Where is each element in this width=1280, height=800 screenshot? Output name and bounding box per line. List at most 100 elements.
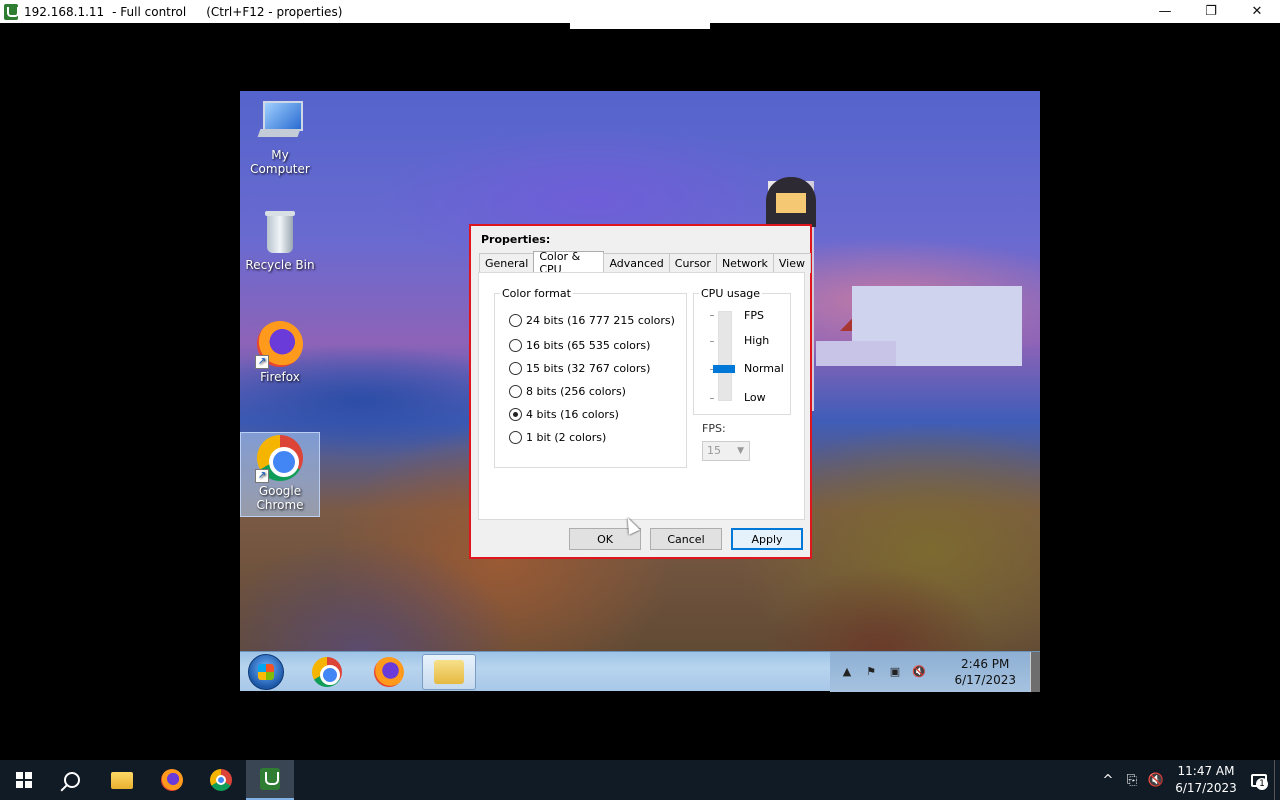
tab-general[interactable]: General	[479, 253, 535, 273]
taskbar-firefox[interactable]	[148, 760, 196, 800]
shortcut-arrow-icon: ↗	[255, 469, 269, 483]
show-hidden-icons-icon[interactable]: ^	[1096, 773, 1120, 788]
radio-button-checked[interactable]	[509, 408, 522, 421]
close-button[interactable]: ✕	[1234, 0, 1280, 23]
network-icon[interactable]: ⎘	[1120, 773, 1144, 788]
desktop-icon-recycle-bin[interactable]: Recycle Bin	[240, 209, 320, 272]
volume-muted-icon[interactable]: 🔇	[1144, 773, 1168, 788]
apply-button[interactable]: Apply	[731, 528, 803, 550]
taskbar-chrome[interactable]	[197, 760, 245, 800]
desktop-icon-chrome[interactable]: ↗ Google Chrome	[240, 432, 320, 517]
taskbar-file-explorer[interactable]	[98, 760, 146, 800]
search-icon	[64, 772, 80, 788]
color-option-label: 4 bits (16 colors)	[526, 408, 619, 421]
fps-label: FPS:	[702, 422, 726, 435]
tab-network[interactable]: Network	[715, 253, 774, 273]
fps-value: 15	[707, 444, 721, 457]
desktop-icon-firefox[interactable]: ↗ Firefox	[240, 321, 320, 384]
desktop-icon-label: My Computer	[250, 148, 310, 176]
taskbar-remote-control[interactable]	[246, 760, 294, 800]
radio-button[interactable]	[509, 339, 522, 352]
cpu-usage-slider-thumb[interactable]	[713, 365, 735, 373]
clock[interactable]: 11:47 AM 6/17/2023	[1168, 763, 1244, 797]
fps-select[interactable]: 15 ▼	[702, 441, 750, 461]
color-option-8bit[interactable]: 8 bits (256 colors)	[509, 385, 626, 398]
remote-taskbar-chrome[interactable]	[300, 654, 354, 690]
search-button[interactable]	[48, 760, 96, 800]
cancel-button[interactable]: Cancel	[650, 528, 722, 550]
firefox-icon	[374, 657, 404, 687]
cpu-usage-slider-track[interactable]	[718, 311, 732, 401]
tab-advanced[interactable]: Advanced	[603, 253, 670, 273]
cpu-level-fps: FPS	[744, 309, 764, 322]
shortcut-arrow-icon: ↗	[255, 355, 269, 369]
remote-date: 6/17/2023	[954, 673, 1016, 687]
radio-button[interactable]	[509, 362, 522, 375]
remote-clock[interactable]: 2:46 PM 6/17/2023	[954, 656, 1016, 688]
wallpaper-house-annex	[816, 341, 896, 366]
color-option-label: 1 bit (2 colors)	[526, 431, 607, 444]
window-titlebar: 192.168.1.11 - Full control (Ctrl+F12 - …	[0, 0, 1280, 29]
show-desktop-button[interactable]	[1030, 652, 1040, 692]
volume-muted-icon[interactable]: 🔇	[912, 665, 926, 679]
desktop-icon-my-computer[interactable]: My Computer	[240, 99, 320, 176]
toolbar-tab-handle[interactable]	[570, 22, 710, 29]
cpu-usage-label: CPU usage	[699, 287, 763, 300]
remote-taskbar-firefox[interactable]	[362, 654, 416, 690]
slider-tick	[710, 341, 714, 342]
restore-button[interactable]: ❐	[1188, 0, 1234, 23]
start-orb-icon[interactable]	[248, 654, 284, 690]
chevron-down-icon: ▼	[737, 446, 744, 456]
cpu-level-low: Low	[744, 391, 766, 404]
color-option-15bit[interactable]: 15 bits (32 767 colors)	[509, 362, 650, 375]
computer-icon	[257, 99, 303, 145]
clock-date: 6/17/2023	[1175, 781, 1237, 795]
color-cpu-panel: Color format 24 bits (16 777 215 colors)…	[478, 272, 805, 520]
show-desktop-button[interactable]	[1274, 760, 1280, 800]
remote-taskbar-explorer[interactable]	[422, 654, 476, 690]
slider-tick	[710, 398, 714, 399]
minimize-button[interactable]: —	[1142, 0, 1188, 23]
file-explorer-icon	[111, 771, 133, 789]
window-title-hint: (Ctrl+F12 - properties)	[206, 4, 343, 19]
start-button[interactable]	[0, 760, 48, 800]
color-option-24bit[interactable]: 24 bits (16 777 215 colors)	[509, 314, 675, 327]
dialog-tabs: General Color & CPU Advanced Cursor Netw…	[479, 250, 811, 276]
recycle-bin-icon	[257, 209, 303, 255]
color-option-16bit[interactable]: 16 bits (65 535 colors)	[509, 339, 650, 352]
explorer-icon	[434, 660, 464, 684]
action-center-button[interactable]: 1	[1244, 760, 1274, 800]
show-hidden-icons-icon[interactable]: ▲	[840, 665, 854, 679]
window-title-host: 192.168.1.11	[24, 4, 105, 19]
remote-taskbar: ▲ ⚑ ▣ 🔇 2:46 PM 6/17/2023	[240, 651, 1040, 692]
color-format-group: Color format 24 bits (16 777 215 colors)…	[494, 287, 687, 468]
color-option-label: 24 bits (16 777 215 colors)	[526, 314, 675, 327]
radio-button[interactable]	[509, 385, 522, 398]
tab-cursor[interactable]: Cursor	[668, 253, 717, 273]
tab-view[interactable]: View	[772, 253, 811, 273]
color-option-label: 15 bits (32 767 colors)	[526, 362, 651, 375]
chrome-icon	[210, 769, 232, 791]
start-icon	[16, 772, 32, 788]
desktop-icon-label: Firefox	[260, 370, 300, 384]
network-icon[interactable]: ▣	[888, 665, 902, 679]
radio-button[interactable]	[509, 314, 522, 327]
wallpaper-lighthouse-lamp	[766, 177, 816, 227]
desktop-icon-label: Google Chrome	[256, 484, 304, 512]
color-option-4bit[interactable]: 4 bits (16 colors)	[509, 408, 619, 421]
color-option-1bit[interactable]: 1 bit (2 colors)	[509, 431, 606, 444]
cpu-usage-group: CPU usage FPS High Normal Low	[693, 287, 791, 415]
remote-time: 2:46 PM	[961, 657, 1010, 671]
remote-control-icon	[260, 768, 280, 790]
color-option-label: 16 bits (65 535 colors)	[526, 339, 651, 352]
properties-dialog: Properties: General Color & CPU Advanced…	[469, 224, 812, 559]
system-tray: ^ ⎘ 🔇 11:47 AM 6/17/2023 1	[1096, 760, 1280, 800]
clock-time: 11:47 AM	[1177, 764, 1235, 778]
remote-control-app-icon	[4, 3, 19, 20]
color-option-label: 8 bits (256 colors)	[526, 385, 626, 398]
tab-color-cpu[interactable]: Color & CPU	[533, 250, 605, 276]
action-center-error-icon[interactable]: ⚑	[864, 665, 878, 679]
radio-button[interactable]	[509, 431, 522, 444]
window-title-mode: - Full control	[112, 4, 187, 19]
firefox-icon	[161, 769, 183, 791]
